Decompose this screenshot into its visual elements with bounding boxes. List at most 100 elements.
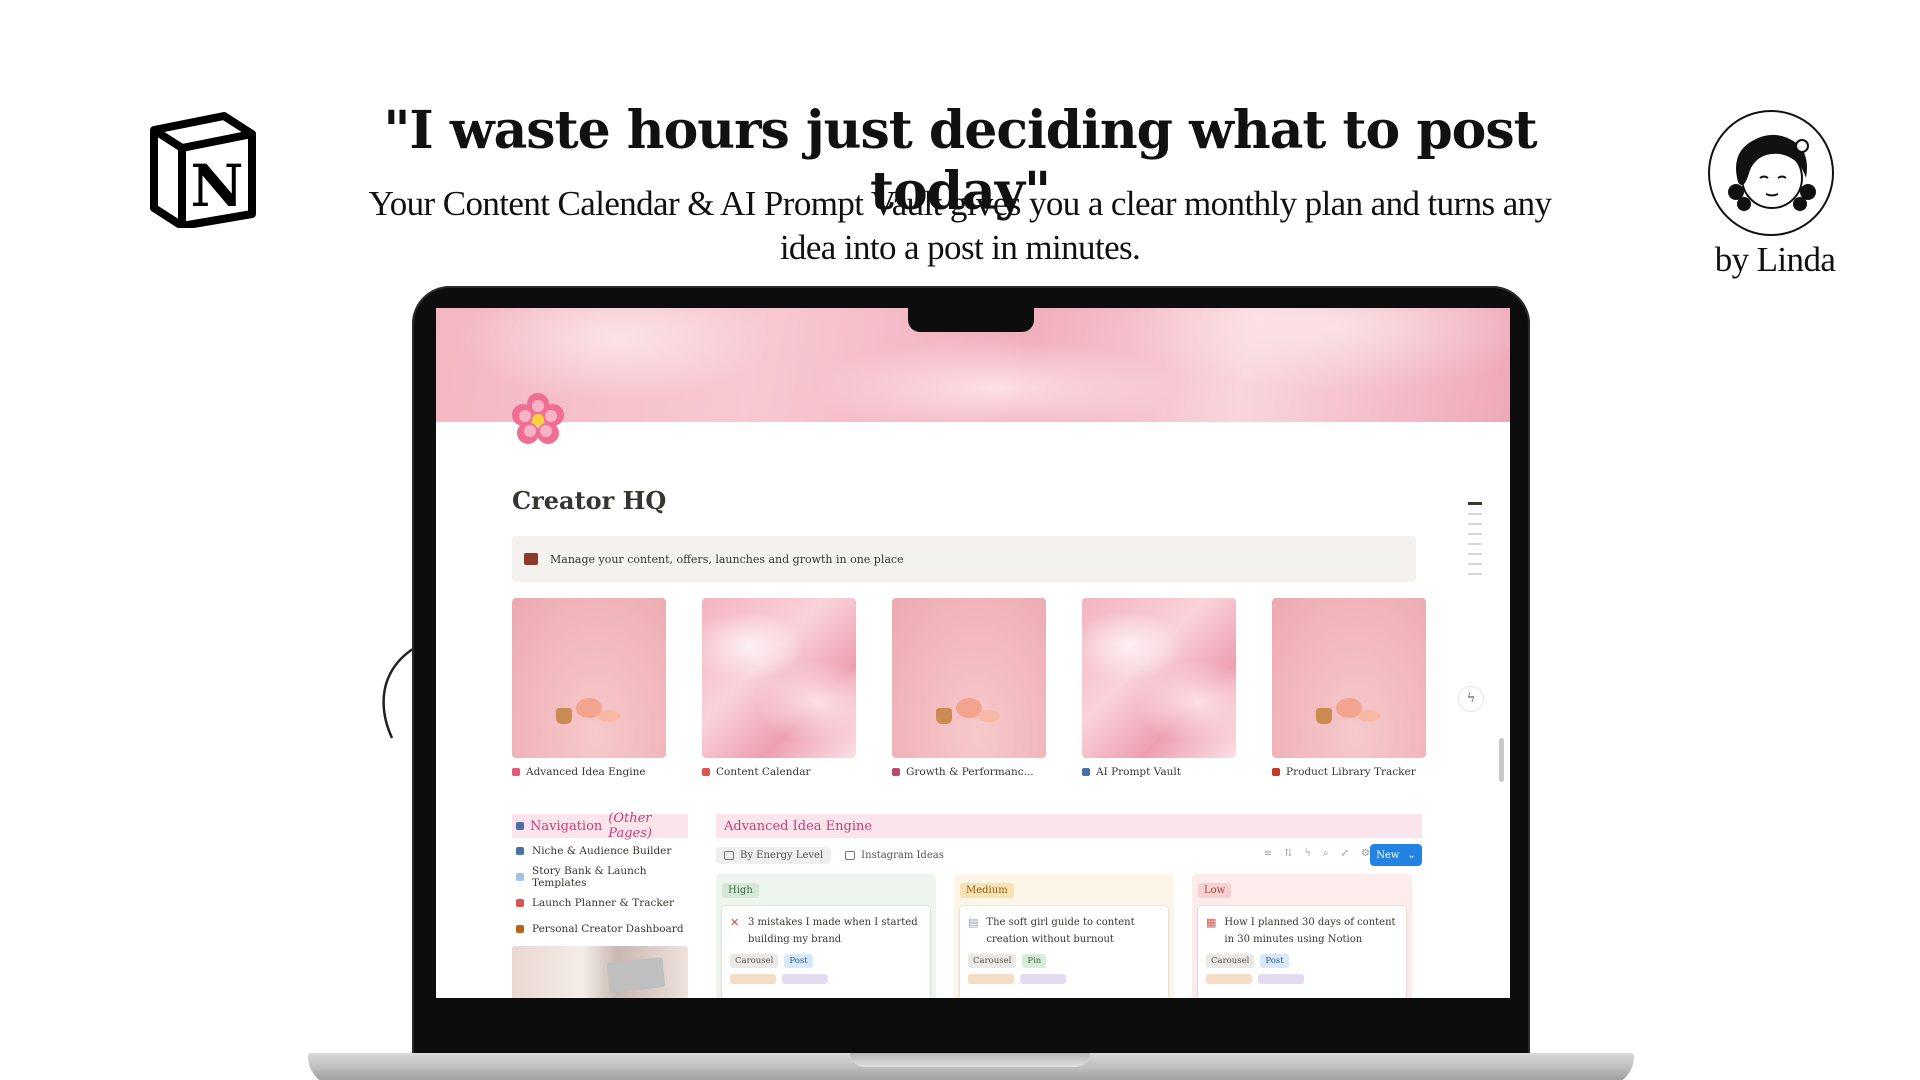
expand-icon[interactable]: ⤢ [1341,848,1349,859]
gallery-card-label[interactable]: Advanced Idea Engine [512,766,666,778]
page-icon [516,899,524,907]
navigation-link-label: Niche & Audience Builder [532,845,672,857]
view-tab[interactable]: Instagram Ideas [837,847,952,864]
author-byline: by Linda [1714,240,1836,279]
property-chips-truncated [730,974,922,984]
gallery-card-title: Growth & Performanc... [906,766,1034,778]
navigation-heading: Navigation (Other Pages) [512,811,688,841]
page-icon [516,925,524,933]
author-avatar [1708,110,1834,236]
board-view-icon [724,850,734,860]
gallery-card[interactable]: Product Library Tracker [1272,598,1426,778]
gallery-thumbnail[interactable] [1272,598,1426,758]
notion-logo-icon: N [150,112,256,228]
view-tab-label: By Energy Level [740,849,824,861]
column-tag: High [722,883,759,898]
camera-icon [845,850,856,860]
gallery-card-label[interactable]: AI Prompt Vault [1082,766,1236,778]
gallery-card[interactable]: AI Prompt Vault [1082,598,1236,778]
idea-card[interactable]: ✕ 3 mistakes I made when I started buildi… [722,906,930,998]
idea-card[interactable]: ▦ How I planned 30 days of content in 30 … [1198,906,1406,998]
gallery-card[interactable]: Advanced Idea Engine [512,598,666,778]
gallery-card-title: Advanced Idea Engine [526,766,646,778]
page-icon [1082,768,1090,776]
gallery-thumbnail[interactable] [512,598,666,758]
idea-title: How I planned 30 days of content in 30 m… [1224,917,1396,945]
toolbar-icons: ≡ ⇅ ϟ ⌕ ⤢ ⚙ [1264,848,1370,859]
laptop-hinge [850,1053,1090,1067]
callout-block[interactable]: Manage your content, offers, launches an… [512,536,1416,582]
navigation-link-label: Personal Creator Dashboard [532,923,684,935]
scrollbar[interactable] [1499,738,1504,782]
gallery-thumbnail[interactable] [892,598,1046,758]
board-heading: Advanced Idea Engine [716,814,1422,838]
navigation-link[interactable]: Niche & Audience Builder [512,838,688,864]
settings-icon[interactable]: ⚙ [1361,848,1370,859]
automation-icon[interactable]: ϟ [1304,848,1311,859]
idea-card[interactable]: ▤ The soft girl guide to content creation… [960,906,1168,998]
gallery-card[interactable]: Content Calendar [702,598,856,778]
gallery-card-label[interactable]: Product Library Tracker [1272,766,1426,778]
board-column: High ✕ 3 mistakes I made when I started bu… [716,874,936,998]
idea-icon: ▦ [1206,916,1217,929]
page-icon [516,873,524,881]
view-tab-label: Instagram Ideas [861,849,944,861]
format-chip: Post [784,954,813,968]
navigation-photo [512,946,688,998]
camera-notch [908,306,1034,332]
page-icon [512,768,520,776]
subheadline: Your Content Calendar & AI Prompt Vault … [368,184,1552,267]
callout-text: Manage your content, offers, launches an… [550,552,904,566]
gallery-card-title: Content Calendar [716,766,811,778]
format-chip: Carousel [730,954,779,968]
column-tag: Low [1198,883,1232,898]
idea-icon: ▤ [968,916,979,929]
gallery-card-title: Product Library Tracker [1286,766,1416,778]
cherry-blossom-icon[interactable] [508,390,568,450]
new-button-label: New [1376,849,1400,861]
notion-screen: Creator HQ Manage your content, offers, … [436,308,1510,998]
search-icon[interactable]: ⌕ [1323,848,1329,859]
briefcase-icon [524,553,538,565]
navigation-link[interactable]: Launch Planner & Tracker [512,890,688,916]
gallery-card-title: AI Prompt Vault [1096,766,1181,778]
navigation-heading-label: Navigation [530,818,603,834]
format-chip: Post [1260,954,1289,968]
navigation-link[interactable]: Personal Creator Dashboard [512,916,688,942]
view-tab[interactable]: By Energy Level [716,846,832,864]
gallery-card-label[interactable]: Content Calendar [702,766,856,778]
board-column: Low ▦ How I planned 30 days of content in … [1192,874,1412,998]
board-column: Medium ▤ The soft girl guide to content cr… [954,874,1174,998]
format-chip: Carousel [1206,954,1255,968]
navigation-link[interactable]: Story Bank & Launch Templates [512,864,688,890]
navigation-section: Navigation (Other Pages) Niche & Audienc… [512,811,688,998]
page-icon [1272,768,1280,776]
page-title: Creator HQ [512,486,667,515]
page-icon [516,847,524,855]
gallery-thumbnail[interactable] [702,598,856,758]
page-icon [702,768,710,776]
idea-icon: ✕ [730,916,740,929]
idea-board: Advanced Idea Engine By Energy Level Inst… [716,814,1422,998]
format-chip: Pin [1022,954,1047,968]
svg-text:N: N [190,152,243,220]
table-of-contents-rail[interactable] [1468,502,1482,583]
new-button[interactable]: New ⌄ [1370,844,1422,866]
filter-icon[interactable]: ≡ [1264,848,1272,859]
gallery-thumbnail[interactable] [1082,598,1236,758]
page-gallery: Advanced Idea Engine Content Calendar Grow… [512,598,1426,778]
illustrated-face-icon [1728,134,1816,211]
navigation-link-label: Story Bank & Launch Templates [532,865,647,889]
gallery-card-label[interactable]: Growth & Performanc... [892,766,1046,778]
map-icon [516,822,524,830]
page-icon [892,768,900,776]
navigation-heading-sub: (Other Pages) [608,811,652,841]
sort-icon[interactable]: ⇅ [1284,848,1292,859]
gallery-card[interactable]: Growth & Performanc... [892,598,1046,778]
column-tag: Medium [960,883,1014,898]
chevron-down-icon[interactable]: ⌄ [1407,850,1415,861]
format-chip: Carousel [968,954,1017,968]
navigation-link-label: Launch Planner & Tracker [532,897,674,909]
ai-sparkle-icon[interactable]: ϟ [1458,686,1484,712]
idea-title: 3 mistakes I made when I started buildin… [748,917,918,945]
